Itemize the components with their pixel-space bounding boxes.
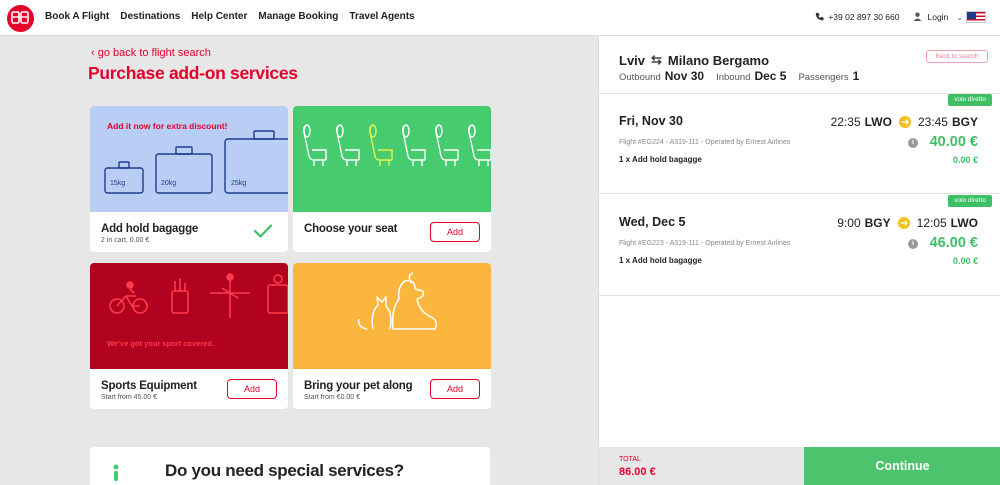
segment-addon-item: 1 x Add hold bagagge	[619, 155, 702, 164]
segment-addon-price: 0.00 €	[952, 256, 978, 266]
departure-time: 9:00	[837, 216, 861, 230]
nav-destinations[interactable]: Destinations	[120, 11, 180, 22]
divider	[599, 193, 1000, 194]
total-value: 86.00 €	[619, 466, 656, 478]
add-pet-button[interactable]: Add	[430, 379, 480, 399]
addon-subtext: 2 in cart, 0.00 €	[101, 237, 150, 244]
addon-card-footer: Add hold bagagge 2 in cart, 0.00 €	[90, 212, 288, 252]
addon-card-footer: Choose your seat Add	[293, 212, 491, 252]
info-icon[interactable]: i	[908, 239, 918, 249]
add-sports-button[interactable]: Add	[227, 379, 277, 399]
flight-details: Flight #EG224 - A319-111 - Operated by E…	[619, 139, 791, 146]
passengers-label: Passengers	[798, 72, 849, 83]
top-navigation-bar: Book A Flight Destinations Help Center M…	[0, 0, 1000, 36]
pet-illustration	[293, 263, 491, 369]
swap-arrows-icon: ⇆	[651, 52, 662, 67]
baggage-illustration: Add it now for extra discount! 15kg 20kg…	[90, 106, 288, 212]
segment-addon-item: 1 x Add hold bagagge	[619, 256, 702, 265]
nav-manage-booking[interactable]: Manage Booking	[258, 11, 338, 22]
addon-name: Add hold bagagge	[101, 223, 199, 235]
chevron-left-icon: ‹	[91, 47, 95, 59]
addon-card-seat[interactable]: Choose your seat Add	[293, 106, 491, 252]
origin-city: Lviv	[619, 52, 646, 68]
nav-help-center[interactable]: Help Center	[191, 11, 247, 22]
bag-label-20kg: 20kg	[161, 180, 177, 187]
destination-city: Milano Bergamo	[667, 52, 770, 68]
login-label: Login	[927, 12, 949, 22]
special-services-card[interactable]: Do you need special services?	[90, 447, 490, 485]
arrival-time: 23:45	[917, 115, 948, 129]
addon-card-baggage[interactable]: Add it now for extra discount! 15kg 20kg…	[90, 106, 288, 252]
addon-card-footer: Bring your pet along Start from €0.00 € …	[293, 369, 491, 409]
add-seat-button[interactable]: Add	[430, 222, 480, 242]
outbound-label: Outbound	[619, 72, 661, 83]
back-to-search-button[interactable]: Back to search	[926, 50, 988, 63]
plane-icon	[897, 217, 910, 229]
departure-time: 22:35	[830, 115, 861, 129]
route-title: Lviv ⇆ Milano Bergamo	[619, 52, 769, 68]
bag-label-15kg: 15kg	[110, 180, 126, 187]
bag-label-25kg: 25kg	[231, 180, 247, 187]
arrival-code: LWO	[950, 216, 978, 230]
user-icon	[913, 12, 922, 23]
trip-meta: Outbound Nov 30 Inbound Dec 5 Passengers…	[619, 69, 867, 83]
addon-card-pet[interactable]: Bring your pet along Start from €0.00 € …	[293, 263, 491, 409]
airline-logo[interactable]	[7, 5, 34, 32]
phone-contact[interactable]: +39 02 897 30 660	[815, 12, 899, 23]
segment-date: Wed, Dec 5	[619, 215, 686, 229]
info-icon[interactable]: i	[908, 138, 918, 148]
addon-card-footer: Sports Equipment Start from 45.00 € Add	[90, 369, 288, 409]
addon-subtext: Start from 45.00 €	[101, 394, 158, 401]
main-nav: Book A Flight Destinations Help Center M…	[45, 11, 415, 22]
segment-price: 40.00 €	[929, 134, 978, 150]
segment-addon-price: 0.00 €	[952, 155, 978, 165]
checkmark-icon	[253, 223, 273, 244]
segment-times: 9:00 BGY 12:05 LWO	[837, 216, 978, 230]
sports-illustration: We've got your sport covered.	[90, 263, 288, 369]
accessibility-icon	[110, 464, 126, 485]
nav-book-a-flight[interactable]: Book A Flight	[45, 11, 109, 22]
flight-segment-outbound: volo diretto Fri, Nov 30 22:35 LWO 23:45…	[599, 94, 1000, 194]
login-link[interactable]: Login	[913, 12, 948, 23]
departure-code: BGY	[864, 216, 891, 230]
direct-flight-badge: volo diretto	[948, 94, 992, 106]
segment-price: 46.00 €	[929, 235, 978, 251]
total-bar: TOTAL 86.00 € Continue	[599, 447, 1000, 485]
page-title: Purchase add-on services	[88, 63, 298, 83]
addon-name: Bring your pet along	[304, 380, 413, 392]
arrival-time: 12:05	[916, 216, 947, 230]
phone-icon	[815, 12, 824, 23]
header-actions: +39 02 897 30 660 Login ⌄	[815, 11, 986, 23]
addon-subtext: Start from €0.00 €	[304, 394, 361, 401]
continue-button[interactable]: Continue	[804, 447, 1000, 485]
addon-name: Sports Equipment	[101, 380, 197, 392]
seat-illustration	[293, 106, 491, 212]
arrival-code: BGY	[951, 115, 978, 129]
addon-name: Choose your seat	[304, 223, 398, 235]
sports-promo-text: We've got your sport covered.	[107, 339, 215, 348]
direct-flight-badge: volo diretto	[948, 195, 992, 207]
chevron-down-icon[interactable]: ⌄	[956, 13, 963, 22]
inbound-date: Dec 5	[754, 69, 787, 83]
back-to-flight-search-link[interactable]: ‹ go back to flight search	[91, 47, 211, 59]
passengers-count: 1	[852, 69, 860, 83]
departure-code: LWO	[864, 115, 892, 129]
divider	[599, 295, 1000, 296]
phone-number: +39 02 897 30 660	[828, 12, 900, 22]
booking-summary-panel: Lviv ⇆ Milano Bergamo Outbound Nov 30 In…	[598, 36, 1000, 485]
flight-details: Flight #EG223 - A319-111 - Operated by E…	[619, 240, 791, 247]
outbound-date: Nov 30	[664, 69, 705, 83]
plane-icon	[898, 116, 911, 128]
addon-card-sports[interactable]: We've got your sport covered. Sports Equ…	[90, 263, 288, 409]
nav-travel-agents[interactable]: Travel Agents	[349, 11, 414, 22]
total-label: TOTAL	[619, 456, 641, 463]
special-services-question: Do you need special services?	[165, 461, 404, 480]
inbound-label: Inbound	[716, 72, 751, 83]
us-flag-icon[interactable]	[966, 11, 986, 23]
segment-times: 22:35 LWO 23:45 BGY	[831, 115, 978, 129]
flight-segment-inbound: volo diretto Wed, Dec 5 9:00 BGY 12:05 L…	[599, 195, 1000, 295]
back-link-label: go back to flight search	[97, 47, 211, 59]
segment-date: Fri, Nov 30	[619, 114, 683, 128]
